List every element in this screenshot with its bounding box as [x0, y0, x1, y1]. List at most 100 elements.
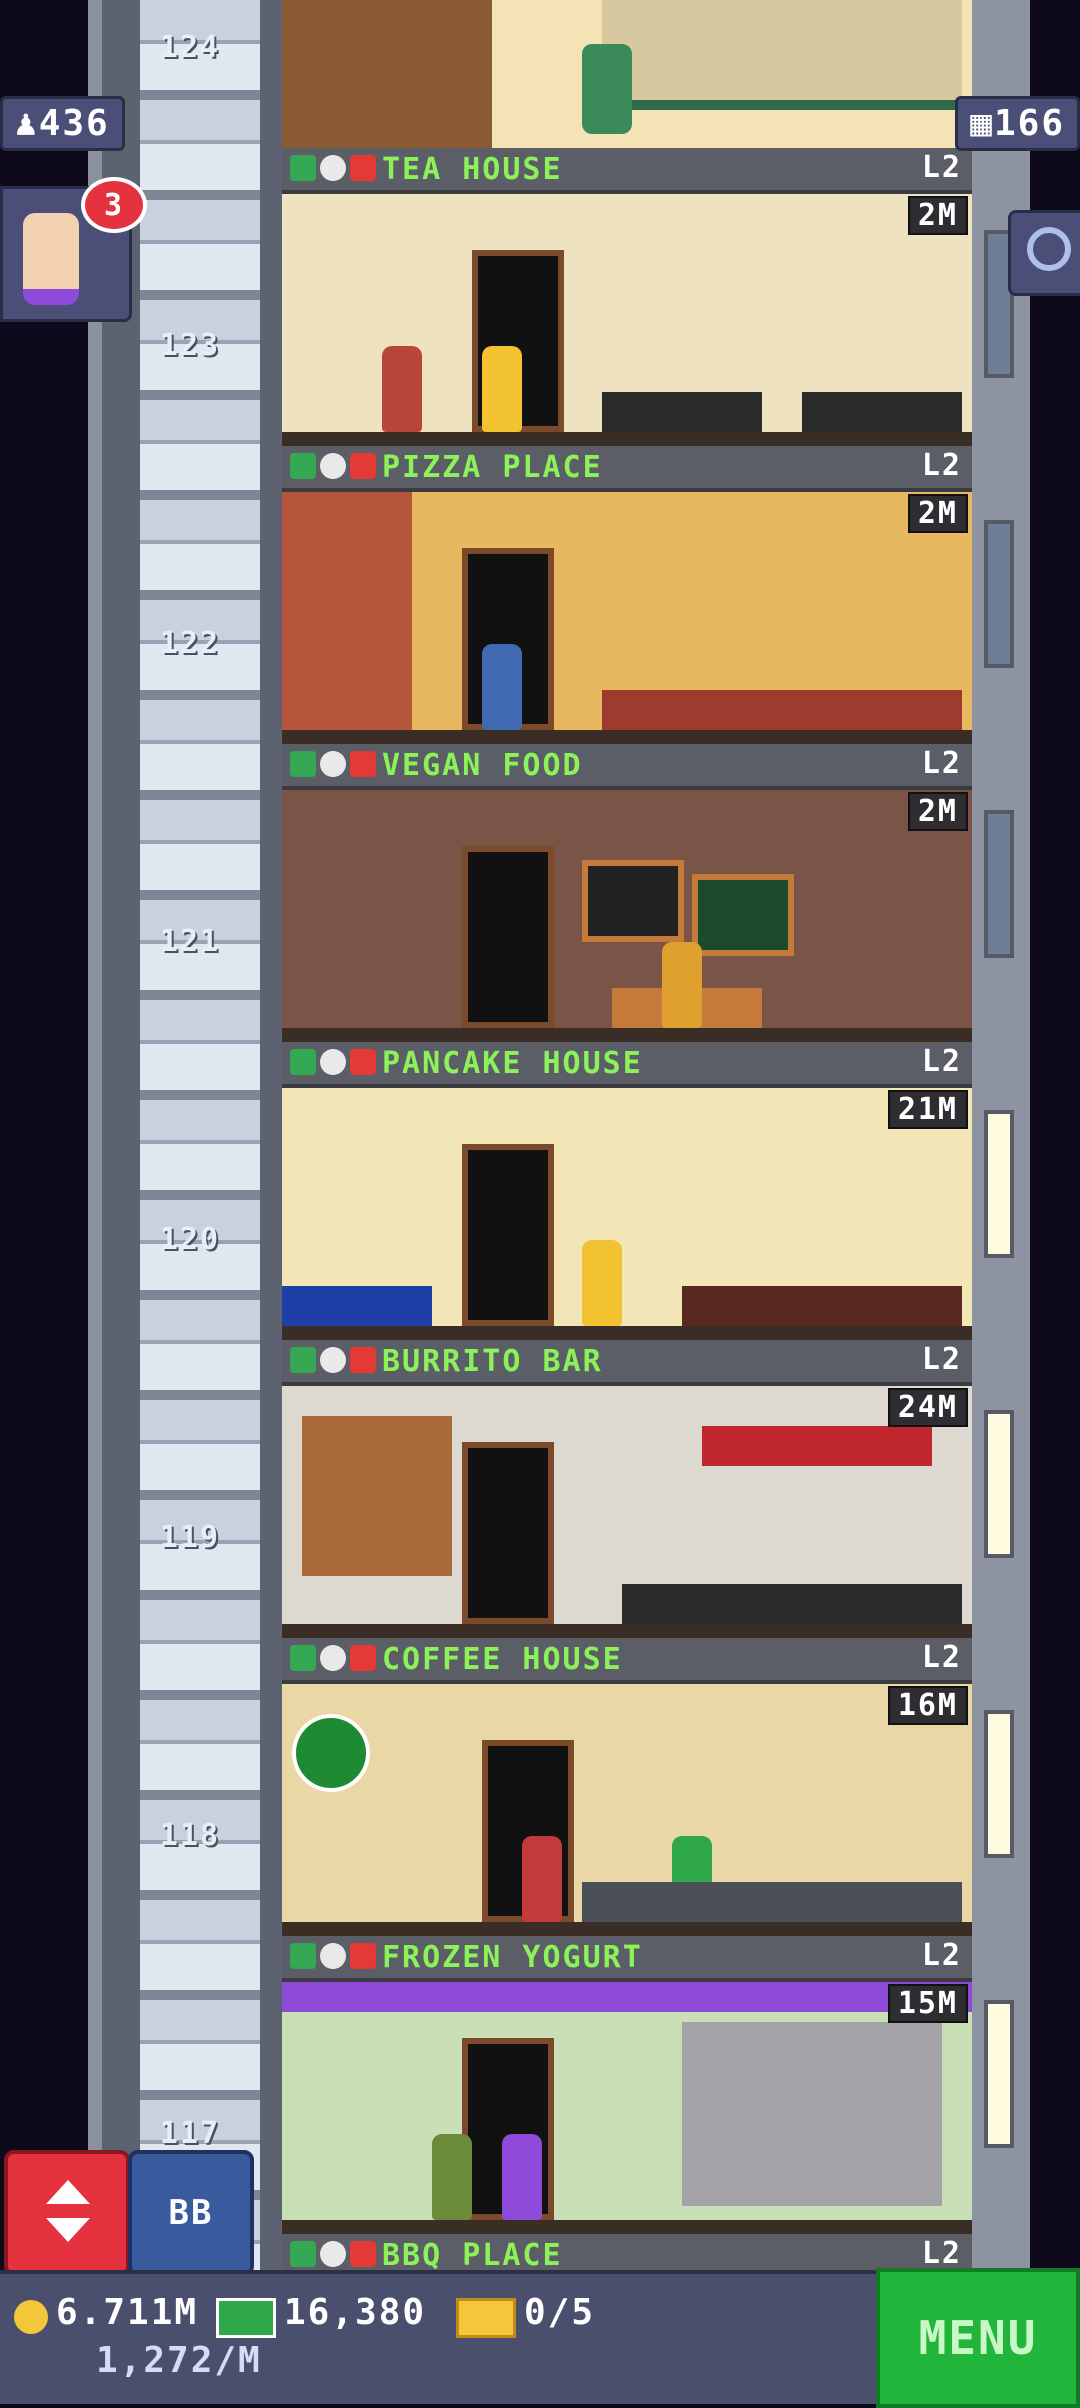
close-icon[interactable] [350, 1943, 376, 1969]
close-icon[interactable] [350, 751, 376, 777]
chalkboard-menu [582, 860, 684, 942]
floor-header: FROZEN YOGURT L2 [282, 1936, 972, 1982]
floor-base [282, 1028, 972, 1042]
room-interior [282, 492, 972, 744]
floor-header: TEA HOUSE L2 [282, 148, 972, 194]
ticket-icon [456, 2298, 516, 2338]
clock-icon[interactable] [320, 1943, 346, 1969]
floor-tea-house[interactable]: TEA HOUSE L2 2M [282, 148, 972, 446]
floor-name: BBQ PLACE [382, 2238, 563, 2273]
floors-badge[interactable]: ▦166 [955, 96, 1080, 151]
floor-base [282, 1624, 972, 1638]
floor-number: 118 [159, 1818, 221, 1853]
resident-sprite[interactable] [482, 346, 522, 432]
check-icon[interactable] [290, 2241, 316, 2267]
floor-name: PANCAKE HOUSE [382, 1046, 643, 1081]
door [462, 846, 554, 1028]
floor-level: L2 [921, 1044, 962, 1079]
bb-button[interactable]: BB [128, 2150, 254, 2276]
resident-sprite[interactable] [582, 1240, 622, 1326]
check-icon[interactable] [290, 751, 316, 777]
elevator-button[interactable] [4, 2150, 130, 2276]
floor-coffee-house[interactable]: COFFEE HOUSE L2 16M [282, 1638, 972, 1936]
resident-sprite[interactable] [502, 2134, 542, 2220]
floor-partial-top[interactable] [282, 0, 972, 148]
door [462, 1144, 554, 1326]
booth-seating [682, 1286, 962, 1326]
check-icon[interactable] [290, 155, 316, 181]
yogurt-machines [682, 2022, 942, 2206]
resident-sprite[interactable] [522, 1836, 562, 1922]
floor-number: 119 [159, 1520, 221, 1555]
brick-wall [282, 492, 412, 730]
clock-icon[interactable] [320, 1347, 346, 1373]
menu-button[interactable]: MENU [876, 2268, 1080, 2408]
resident-sprite[interactable] [582, 44, 632, 134]
table [802, 392, 962, 432]
clock-icon[interactable] [320, 155, 346, 181]
floor-header: PANCAKE HOUSE L2 [282, 1042, 972, 1088]
floor-header: VEGAN FOOD L2 [282, 744, 972, 790]
floor-bbq-place[interactable]: BBQ PLACE L2 [282, 2234, 972, 2274]
population-badge[interactable]: ♟436 [0, 96, 125, 151]
floor-frozen-yogurt[interactable]: FROZEN YOGURT L2 15M [282, 1936, 972, 2234]
clock-icon[interactable] [320, 1645, 346, 1671]
resident-sprite[interactable] [432, 2134, 472, 2220]
table [602, 392, 762, 432]
floor-vegan-food[interactable]: VEGAN FOOD L2 2M [282, 744, 972, 1042]
income-label: 21M [887, 1090, 968, 1129]
display-counter [602, 0, 962, 110]
floor-level: L2 [921, 448, 962, 483]
resident-sprite[interactable] [482, 644, 522, 730]
window-lit [984, 1110, 1014, 1258]
floor-number: 117 [159, 2116, 221, 2151]
floor-name: TEA HOUSE [382, 152, 563, 187]
floor-level: L2 [921, 1342, 962, 1377]
close-icon[interactable] [350, 453, 376, 479]
awning [282, 1982, 972, 2012]
menu-board [702, 1426, 932, 1466]
income-rate: 1,272/M [96, 2340, 262, 2381]
room-interior [282, 1386, 972, 1638]
clock-icon[interactable] [320, 751, 346, 777]
notification-count: 3 [81, 177, 147, 233]
close-icon[interactable] [350, 1049, 376, 1075]
resident-sprite[interactable] [382, 346, 422, 432]
clock-icon[interactable] [320, 2241, 346, 2267]
counter [602, 690, 962, 730]
income-label: 2M [907, 196, 968, 235]
shaft-rail-left [88, 0, 102, 2270]
room-wall [282, 0, 492, 148]
room-interior [282, 790, 972, 1042]
close-icon[interactable] [350, 1645, 376, 1671]
check-icon[interactable] [290, 1943, 316, 1969]
floor-pancake-house[interactable]: PANCAKE HOUSE L2 21M [282, 1042, 972, 1340]
close-icon[interactable] [350, 2241, 376, 2267]
arrow-down-icon [46, 2218, 90, 2242]
clock-icon[interactable] [320, 453, 346, 479]
counter [582, 1882, 962, 1922]
check-icon[interactable] [290, 1347, 316, 1373]
check-icon[interactable] [290, 453, 316, 479]
check-icon[interactable] [290, 1645, 316, 1671]
floors-count: 166 [993, 103, 1065, 144]
room-interior [282, 1982, 972, 2234]
floor-burrito-bar[interactable]: BURRITO BAR L2 24M [282, 1340, 972, 1638]
floor-pizza-place[interactable]: PIZZA PLACE L2 2M [282, 446, 972, 744]
floor-base [282, 1922, 972, 1936]
check-icon[interactable] [290, 1049, 316, 1075]
close-icon[interactable] [350, 155, 376, 181]
income-label: 2M [907, 792, 968, 831]
room-interior [282, 1684, 972, 1936]
income-label: 24M [887, 1388, 968, 1427]
coins-value: 6.711M [56, 2292, 199, 2333]
resident-sprite[interactable] [662, 942, 702, 1028]
visitor-notification-button[interactable]: 3 [0, 177, 147, 322]
floor-header: COFFEE HOUSE L2 [282, 1638, 972, 1684]
clock-icon[interactable] [320, 1049, 346, 1075]
floor-base [282, 730, 972, 744]
pegboard-wall [302, 1416, 452, 1576]
close-icon[interactable] [350, 1347, 376, 1373]
search-button[interactable] [1008, 210, 1080, 296]
window [984, 810, 1014, 958]
